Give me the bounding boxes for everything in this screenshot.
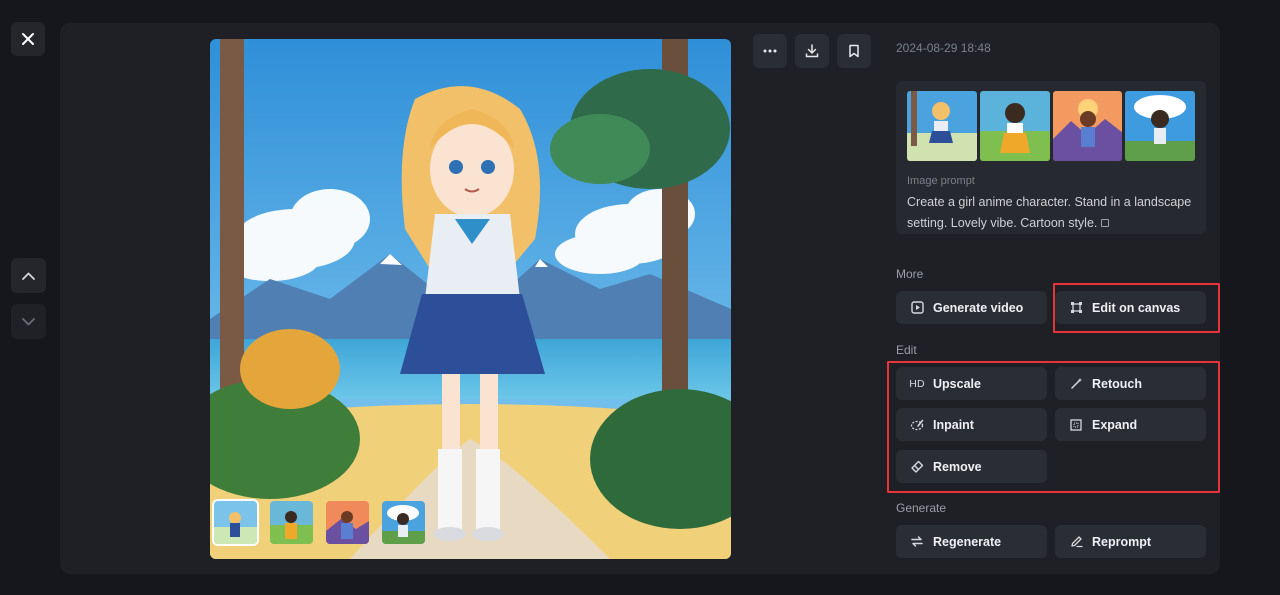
more-options-button[interactable]	[753, 34, 787, 68]
regenerate-button[interactable]: Regenerate	[896, 525, 1047, 558]
section-label-edit: Edit	[896, 343, 917, 357]
creation-timestamp: 2024-08-29 18:48	[896, 41, 991, 55]
reprompt-label: Reprompt	[1092, 534, 1152, 549]
previous-image-button[interactable]	[11, 258, 46, 293]
close-button[interactable]	[11, 22, 45, 56]
variant-thumbnail[interactable]	[212, 499, 259, 546]
variant-thumbnail[interactable]	[380, 499, 427, 546]
reprompt-button[interactable]: Reprompt	[1055, 525, 1206, 558]
regenerate-icon	[910, 535, 924, 549]
variant-thumbnail[interactable]	[268, 499, 315, 546]
prompt-card: Image prompt Create a girl anime charact…	[896, 81, 1206, 234]
reference-images	[907, 91, 1195, 161]
image-toolbar	[753, 34, 871, 68]
pen-icon	[1069, 535, 1083, 549]
highlight-box	[1053, 283, 1220, 333]
section-label-more: More	[896, 267, 924, 281]
download-button[interactable]	[795, 34, 829, 68]
reference-image[interactable]	[1125, 91, 1195, 161]
next-image-button[interactable]	[11, 304, 46, 339]
close-icon	[22, 33, 34, 45]
section-label-generate: Generate	[896, 501, 947, 515]
download-icon	[805, 44, 819, 58]
generate-video-button[interactable]: Generate video	[896, 291, 1047, 324]
chevron-up-icon	[22, 272, 35, 280]
chevron-down-icon	[22, 317, 35, 325]
reference-image[interactable]	[907, 91, 977, 161]
copy-icon[interactable]	[1101, 218, 1110, 227]
variant-thumbnail[interactable]	[324, 499, 371, 546]
variant-thumbnails	[212, 499, 427, 546]
highlight-box	[887, 361, 1220, 493]
bookmark-icon	[849, 44, 859, 58]
bookmark-button[interactable]	[837, 34, 871, 68]
video-icon	[910, 301, 924, 315]
prompt-text-content: Create a girl anime character. Stand in …	[907, 195, 1192, 230]
generate-video-label: Generate video	[933, 300, 1024, 315]
prompt-label: Image prompt	[907, 175, 975, 187]
regenerate-label: Regenerate	[933, 534, 1002, 549]
reference-image[interactable]	[1052, 91, 1123, 161]
prompt-text: Create a girl anime character. Stand in …	[907, 192, 1199, 234]
reference-image[interactable]	[979, 91, 1050, 161]
more-icon	[763, 49, 777, 53]
generated-image	[210, 39, 731, 559]
